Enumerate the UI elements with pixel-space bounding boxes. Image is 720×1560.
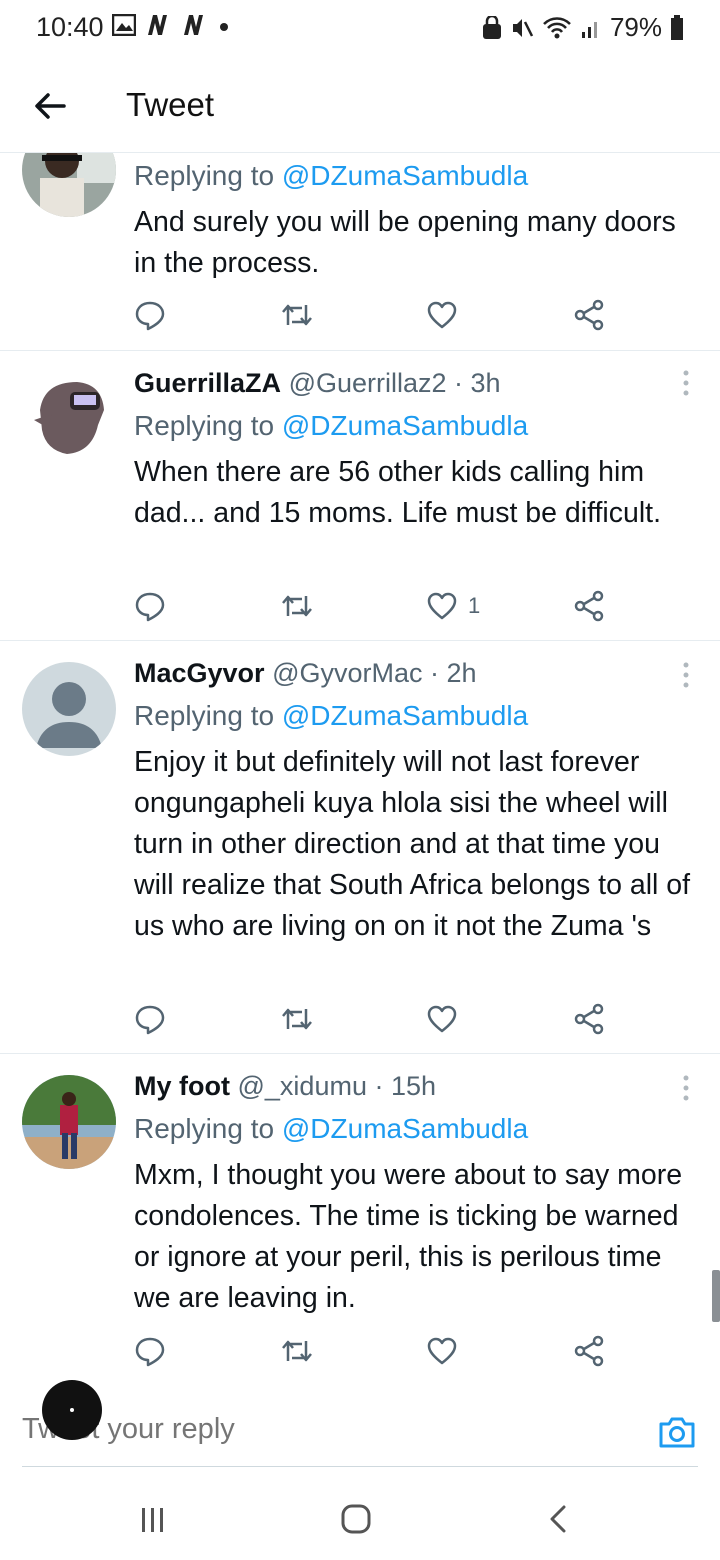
status-bar: 10:40 79% (0, 0, 720, 56)
tweet-time: · 3h (454, 368, 501, 398)
tweet-text: When there are 56 other kids calling him… (134, 456, 661, 529)
author-name[interactable]: My foot (134, 1071, 230, 1101)
app-bar: Tweet (0, 60, 720, 153)
share-icon (574, 590, 604, 622)
tweet-actions (134, 1334, 604, 1368)
scrollbar[interactable] (712, 1270, 720, 1322)
retweet-button[interactable] (280, 1334, 314, 1368)
tweet-meta: GuerrillaZA @Guerrillaz2 · 3h (134, 368, 501, 399)
share-button[interactable] (572, 1334, 606, 1368)
retweet-button[interactable] (280, 1002, 314, 1036)
tweet-item[interactable]: GuerrillaZA @Guerrillaz2 · 3h Replying t… (0, 351, 720, 641)
replying-to: Replying to @DZumaSambudla (134, 410, 529, 441)
tweet-actions: 1 (134, 589, 604, 623)
battery-level: 79% (609, 12, 662, 42)
mute-icon (512, 18, 534, 37)
author-handle[interactable]: @_xidumu (238, 1071, 367, 1101)
dot-icon (220, 23, 228, 31)
recents-icon[interactable] (136, 1506, 170, 1534)
replying-to: Replying to @DZumaSambudla (134, 160, 529, 191)
tweet-item[interactable]: My foot @_xidumu · 15h Replying to @DZum… (0, 1054, 720, 1387)
tweet-actions (134, 1002, 604, 1036)
replying-handle-link[interactable]: @DZumaSambudla (282, 160, 528, 191)
camera-icon[interactable] (657, 1414, 697, 1450)
like-count: 1 (468, 593, 481, 618)
tweet-item[interactable]: Replying to @DZumaSambudla And surely yo… (0, 153, 720, 351)
retweet-button[interactable] (280, 298, 314, 332)
replying-handle-link[interactable]: @DZumaSambudla (282, 410, 528, 441)
replying-to: Replying to @DZumaSambudla (134, 1113, 529, 1144)
comment-icon (135, 301, 165, 331)
avatar[interactable] (22, 153, 116, 217)
replying-to: Replying to @DZumaSambudla (134, 700, 529, 731)
tweet-text: And surely you will be opening many door… (134, 206, 676, 279)
more-icon[interactable] (676, 1073, 696, 1103)
netflix-icon (148, 15, 167, 35)
comment-icon (135, 1005, 165, 1035)
retweet-icon (282, 595, 312, 617)
more-icon[interactable] (676, 660, 696, 690)
reply-button[interactable] (134, 589, 166, 623)
share-button[interactable] (572, 298, 606, 332)
retweet-icon (282, 1340, 312, 1362)
netflix-icon (184, 15, 203, 35)
battery-icon (671, 14, 683, 40)
comment-icon (135, 1337, 165, 1367)
share-icon (574, 299, 604, 331)
tweet-item[interactable]: MacGyvor @GyvorMac · 2h Replying to @DZu… (0, 641, 720, 1054)
tweet-actions (134, 298, 604, 332)
lock-icon (482, 15, 501, 39)
reply-input[interactable] (20, 1412, 624, 1447)
reply-button[interactable] (134, 1002, 166, 1036)
retweet-icon (282, 1008, 312, 1030)
author-name[interactable]: MacGyvor (134, 658, 265, 688)
composer-divider (22, 1466, 698, 1467)
tweet-meta: MacGyvor @GyvorMac · 2h (134, 658, 477, 689)
page-title: Tweet (126, 86, 215, 123)
like-button[interactable] (426, 1334, 458, 1368)
back-icon[interactable] (544, 1504, 574, 1534)
heart-icon (427, 1005, 457, 1033)
author-handle[interactable]: @Guerrillaz2 (289, 368, 447, 398)
status-time: 10:40 (36, 12, 104, 42)
tweet-text: Mxm, I thought you were about to say mor… (134, 1159, 683, 1314)
avatar[interactable] (22, 1075, 116, 1169)
heart-icon (427, 592, 457, 620)
floating-overlay-button[interactable] (42, 1380, 102, 1440)
share-button[interactable] (572, 1002, 606, 1036)
reply-feed[interactable]: Replying to @DZumaSambudla And surely yo… (0, 153, 720, 1387)
reply-button[interactable] (134, 1334, 166, 1368)
heart-icon (427, 1337, 457, 1365)
tweet-time: · 15h (374, 1071, 437, 1101)
like-button[interactable]: 1 (426, 589, 480, 623)
author-handle[interactable]: @GyvorMac (272, 658, 422, 688)
replying-handle-link[interactable]: @DZumaSambudla (282, 700, 528, 731)
arrow-left-icon[interactable] (30, 86, 70, 126)
system-nav-bar (0, 1476, 720, 1560)
tweet-time: · 2h (430, 658, 477, 688)
retweet-icon (282, 304, 312, 326)
share-icon (574, 1003, 604, 1035)
author-name[interactable]: GuerrillaZA (134, 368, 281, 398)
reply-button[interactable] (134, 298, 166, 332)
like-button[interactable] (426, 1002, 458, 1036)
tweet-text: Enjoy it but definitely will not last fo… (134, 746, 691, 942)
comment-icon (135, 592, 165, 622)
signal-icon (581, 21, 597, 38)
home-icon[interactable] (339, 1502, 373, 1536)
image-icon (112, 14, 136, 36)
avatar[interactable] (22, 370, 116, 464)
like-button[interactable] (426, 298, 458, 332)
share-button[interactable] (572, 589, 606, 623)
replying-handle-link[interactable]: @DZumaSambudla (282, 1113, 528, 1144)
wifi-icon (543, 16, 571, 38)
retweet-button[interactable] (280, 589, 314, 623)
share-icon (574, 1335, 604, 1367)
avatar[interactable] (22, 662, 116, 756)
more-icon[interactable] (676, 368, 696, 398)
tweet-meta: My foot @_xidumu · 15h (134, 1071, 436, 1102)
heart-icon (427, 301, 457, 329)
